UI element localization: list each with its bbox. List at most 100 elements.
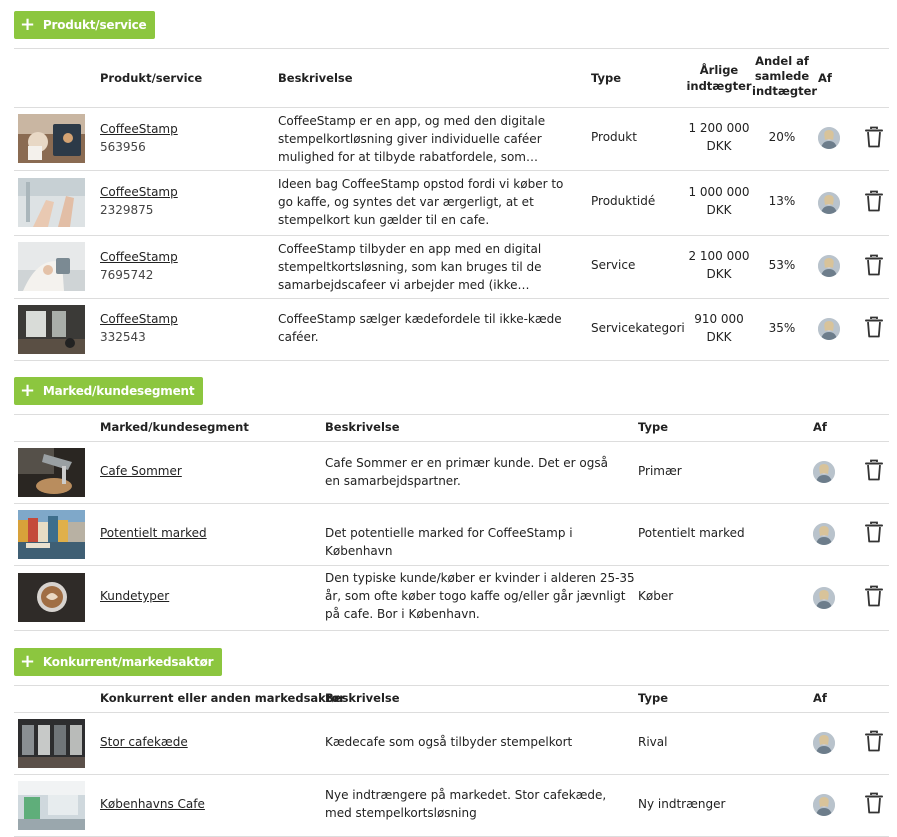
markets-table: Marked/kundesegment Beskrivelse Type Af … <box>14 414 889 631</box>
product-description: Ideen bag CoffeeStamp opstod fordi vi kø… <box>278 177 564 227</box>
products-table: Produkt/service Beskrivelse Type Årlige … <box>14 48 889 361</box>
competitor-description: Nye indtrængere på markedet. Stor cafekæ… <box>325 788 607 820</box>
product-link[interactable]: CoffeeStamp <box>100 183 178 201</box>
trash-icon[interactable] <box>865 792 883 814</box>
trash-icon[interactable] <box>865 254 883 276</box>
product-description: CoffeeStamp er en app, og med den digita… <box>278 114 546 164</box>
user-avatar <box>813 461 835 483</box>
col-header-type: Type <box>638 691 669 705</box>
add-product-button[interactable]: + Produkt/service <box>14 11 156 39</box>
trash-icon[interactable] <box>865 521 883 543</box>
product-description: CoffeeStamp tilbyder en app med en digit… <box>278 242 542 292</box>
market-description: Det potentielle marked for CoffeeStamp i… <box>325 526 573 558</box>
col-header-type: Type <box>638 420 669 434</box>
product-link[interactable]: CoffeeStamp <box>100 248 178 266</box>
user-avatar <box>818 127 840 149</box>
trash-icon[interactable] <box>865 730 883 752</box>
plus-icon: + <box>20 651 35 672</box>
col-header-description: Beskrivelse <box>325 691 400 705</box>
user-avatar <box>813 523 835 545</box>
table-row: Kundetyper Den typiske kunde/køber er kv… <box>14 566 889 631</box>
col-header-income: Årlige indtægter <box>686 63 752 93</box>
product-id: 2329875 <box>100 203 154 217</box>
product-share: 35% <box>768 321 796 335</box>
product-share: 20% <box>768 130 796 144</box>
product-id: 563956 <box>100 140 146 154</box>
plus-icon: + <box>20 380 35 401</box>
market-thumbnail <box>18 510 85 560</box>
product-link[interactable]: CoffeeStamp <box>100 120 178 138</box>
competitor-description: Kædecafe som også tilbyder stempelkort <box>325 735 573 749</box>
market-link[interactable]: Kundetyper <box>100 587 169 605</box>
user-avatar <box>813 794 835 816</box>
product-income: 2 100 000 DKK <box>688 249 750 281</box>
col-header-author: Af <box>813 691 827 705</box>
competitors-table: Konkurrent eller anden markedsaktør Besk… <box>14 685 889 837</box>
table-row: Stor cafekæde Kædecafe som også tilbyder… <box>14 713 889 775</box>
add-competitor-button[interactable]: + Konkurrent/markedsaktør <box>14 648 223 676</box>
col-header-type: Type <box>591 71 622 85</box>
product-share: 13% <box>768 194 796 208</box>
product-id: 332543 <box>100 330 146 344</box>
competitor-link[interactable]: Københavns Cafe <box>100 795 205 813</box>
product-income: 910 000 DKK <box>694 312 744 344</box>
competitor-thumbnail <box>18 719 85 769</box>
competitor-thumbnail <box>18 781 85 831</box>
product-type: Produktidé <box>591 194 656 208</box>
market-type: Køber <box>638 589 674 603</box>
col-header-share: Andel af samlede indtægter <box>752 54 818 98</box>
table-row: Potentielt marked Det potentielle marked… <box>14 504 889 566</box>
table-row: CoffeeStamp 332543 CoffeeStamp sælger kæ… <box>14 299 889 361</box>
competitor-link[interactable]: Stor cafekæde <box>100 733 188 751</box>
market-link[interactable]: Cafe Sommer <box>100 462 182 480</box>
user-avatar <box>818 192 840 214</box>
market-type: Potentielt marked <box>638 526 745 540</box>
table-row: CoffeeStamp 7695742 CoffeeStamp tilbyder… <box>14 236 889 299</box>
col-header-description: Beskrivelse <box>325 420 400 434</box>
product-thumbnail <box>18 305 85 354</box>
col-header-market: Marked/kundesegment <box>100 420 249 434</box>
product-description: CoffeeStamp sælger kædefordele til ikke-… <box>278 312 562 344</box>
trash-icon[interactable] <box>865 585 883 607</box>
product-link[interactable]: CoffeeStamp <box>100 310 178 328</box>
markets-table-header: Marked/kundesegment Beskrivelse Type Af <box>14 414 889 442</box>
product-thumbnail <box>18 242 85 291</box>
col-header-author: Af <box>818 71 832 85</box>
col-header-author: Af <box>813 420 827 434</box>
products-table-header: Produkt/service Beskrivelse Type Årlige … <box>14 48 889 108</box>
competitor-type: Rival <box>638 735 668 749</box>
col-header-description: Beskrivelse <box>278 71 353 85</box>
trash-icon[interactable] <box>865 190 883 212</box>
user-avatar <box>813 732 835 754</box>
user-avatar <box>813 587 835 609</box>
col-header-competitor: Konkurrent eller anden markedsaktør <box>100 691 345 705</box>
table-row: CoffeeStamp 2329875 Ideen bag CoffeeStam… <box>14 171 889 236</box>
trash-icon[interactable] <box>865 316 883 338</box>
market-description: Cafe Sommer er en primær kunde. Det er o… <box>325 456 608 488</box>
market-description: Den typiske kunde/køber er kvinder i ald… <box>325 571 635 621</box>
user-avatar <box>818 318 840 340</box>
product-type: Service <box>591 258 636 272</box>
trash-icon[interactable] <box>865 126 883 148</box>
product-id: 7695742 <box>100 268 154 282</box>
add-market-button[interactable]: + Marked/kundesegment <box>14 377 204 405</box>
trash-icon[interactable] <box>865 459 883 481</box>
product-thumbnail <box>18 178 85 227</box>
market-link[interactable]: Potentielt marked <box>100 524 207 542</box>
product-thumbnail <box>18 114 85 163</box>
market-type: Primær <box>638 464 682 478</box>
user-avatar <box>818 255 840 277</box>
col-header-product: Produkt/service <box>100 71 203 85</box>
product-income: 1 200 000 DKK <box>688 121 750 153</box>
product-income: 1 000 000 DKK <box>688 185 750 217</box>
product-type: Servicekategori <box>591 321 685 335</box>
product-share: 53% <box>768 258 796 272</box>
product-type: Produkt <box>591 130 637 144</box>
market-thumbnail <box>18 573 85 623</box>
table-row: Cafe Sommer Cafe Sommer er en primær kun… <box>14 442 889 504</box>
plus-icon: + <box>20 14 35 35</box>
market-thumbnail <box>18 448 85 498</box>
competitors-table-header: Konkurrent eller anden markedsaktør Besk… <box>14 685 889 713</box>
table-row: CoffeeStamp 563956 CoffeeStamp er en app… <box>14 108 889 171</box>
competitor-type: Ny indtrænger <box>638 797 726 811</box>
